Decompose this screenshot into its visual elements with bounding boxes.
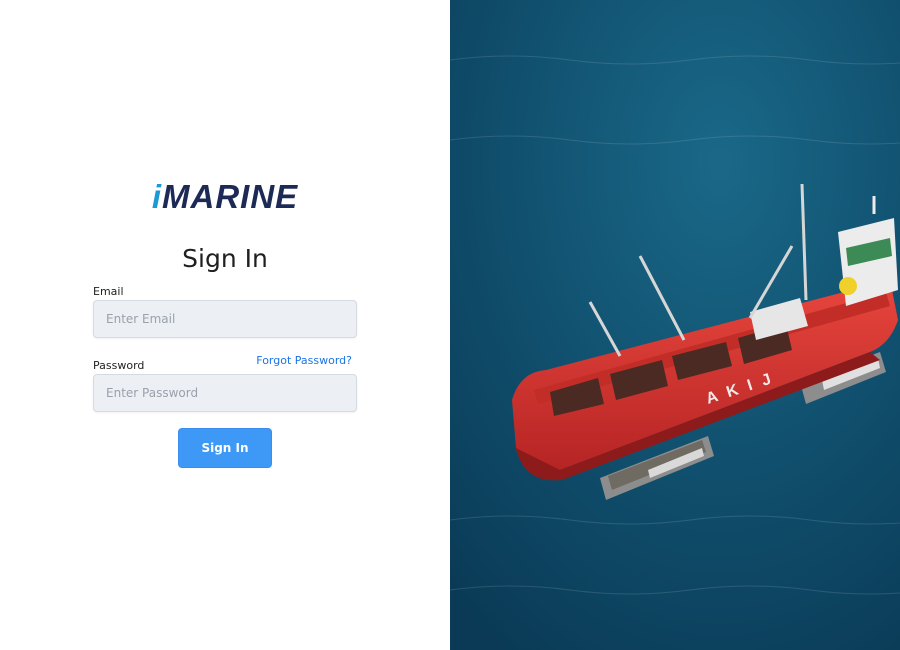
login-panel: iMARINE Sign In Email Password Forgot Pa… (0, 0, 450, 650)
password-label: Password (93, 359, 145, 372)
sign-in-button[interactable]: Sign In (178, 428, 272, 468)
page-title: Sign In (182, 244, 268, 273)
cargo-ship-aerial-image: A K I J (450, 0, 900, 650)
logo-wordmark: MARINE (162, 178, 299, 215)
password-field[interactable] (93, 374, 357, 412)
forgot-password-link[interactable]: Forgot Password? (256, 354, 352, 367)
email-label: Email (93, 285, 124, 298)
logo-letter-i: i (151, 178, 162, 215)
brand-logo: iMARINE (0, 178, 450, 216)
hero-image-panel: A K I J (450, 0, 900, 650)
email-field[interactable] (93, 300, 357, 338)
